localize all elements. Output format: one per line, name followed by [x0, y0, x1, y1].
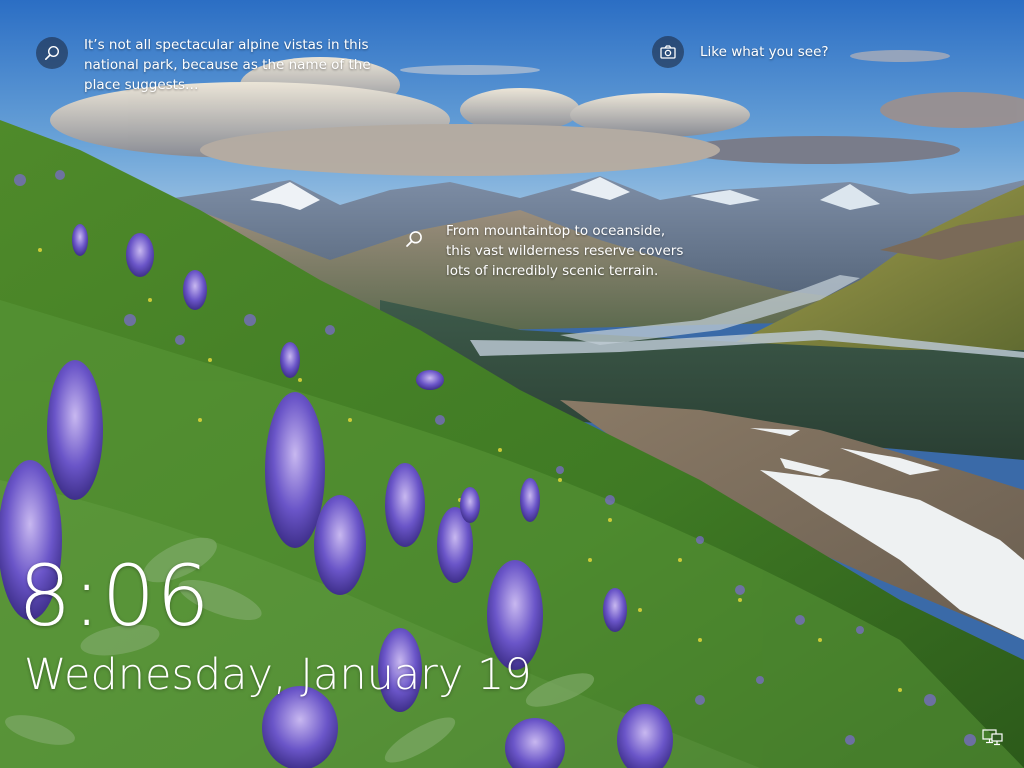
- spotlight-hint-wilderness[interactable]: From mountaintop to oceanside, this vast…: [398, 223, 686, 281]
- lock-screen-date: Wednesday, January 19: [24, 650, 532, 700]
- feedback-text: Like what you see?: [700, 44, 829, 60]
- lock-screen: It’s not all spectacular alpine vistas i…: [0, 0, 1024, 768]
- network-icon[interactable]: [982, 729, 1004, 747]
- search-icon: [398, 223, 430, 255]
- spotlight-hint-text: From mountaintop to oceanside, this vast…: [446, 223, 684, 279]
- spotlight-hint-alpine[interactable]: It’s not all spectacular alpine vistas i…: [36, 37, 374, 95]
- search-icon: [36, 37, 68, 69]
- camera-icon: [652, 36, 684, 68]
- lock-screen-time: 8:06: [18, 547, 211, 645]
- like-what-you-see-button[interactable]: Like what you see?: [652, 36, 829, 68]
- spotlight-hint-text: It’s not all spectacular alpine vistas i…: [84, 37, 371, 93]
